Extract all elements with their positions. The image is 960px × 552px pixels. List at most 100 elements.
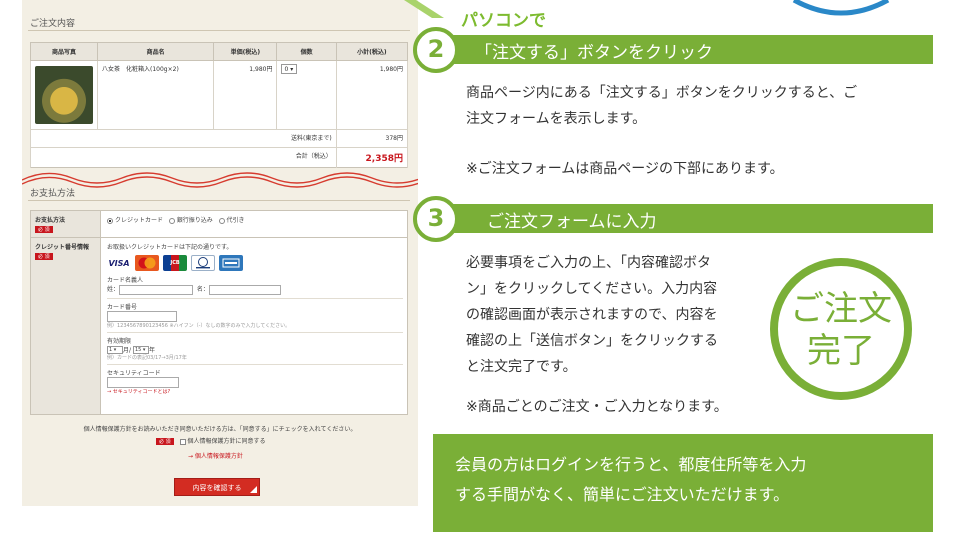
- quantity-select[interactable]: 0 ▾: [281, 64, 298, 74]
- table-row: 八女茶 化粧箱入(100g×2) 1,980円 0 ▾ 1,980円: [30, 60, 409, 130]
- card-number-hint: 例）1234567890123456 ※ハイフン（-）なしの数字のみで入力してく…: [107, 322, 291, 329]
- option-label: クレジットカード: [115, 217, 164, 224]
- holder-label: カード名義人: [107, 277, 144, 284]
- first-name-label: 名：: [196, 286, 209, 293]
- mastercard-logo: [135, 255, 159, 271]
- col-quantity: 個数: [276, 42, 337, 61]
- step3-header: ご注文フォームに入力: [445, 204, 933, 233]
- step3-note: ※商品ごとのご注文・ご入力となります。: [466, 399, 728, 415]
- pc-label: パソコンで: [461, 11, 546, 31]
- checkbox-icon: [179, 438, 186, 445]
- card-info-box: クレジット番号情報 必 須 お取扱いクレジットカードは下記の通りです。 VISA…: [30, 237, 408, 415]
- cvv-label: セキュリティコード: [107, 370, 161, 377]
- quantity-cell: 0 ▾: [276, 60, 337, 130]
- first-name-input[interactable]: [208, 284, 281, 295]
- subtotal: 1,980円: [335, 60, 409, 130]
- payment-method-box: お支払方法 必 須 クレジットカード 銀行振り込み 代引き: [30, 210, 408, 238]
- col-product: 商品名: [96, 42, 215, 61]
- cvv-input[interactable]: [107, 377, 179, 388]
- card-info-label: クレジット番号情報 必 須: [31, 238, 101, 414]
- shipping-row: 送料(東京まで) 378円: [30, 129, 409, 148]
- unit-price: 1,980円: [213, 60, 278, 130]
- holder-name-row: 姓： 名：: [107, 284, 403, 295]
- last-name-input[interactable]: [119, 284, 194, 295]
- step3-line: ン」をクリックしてください。入力内容: [466, 281, 718, 297]
- payment-method-label: お支払方法 必 須: [31, 211, 101, 237]
- order-section-title: ご注文内容: [30, 19, 76, 29]
- expiry-month-value: 1: [109, 347, 113, 353]
- col-subtotal: 小計(税込): [335, 42, 409, 61]
- card-info-label-text: クレジット番号情報: [35, 244, 90, 251]
- payment-method-label-text: お支払方法: [35, 217, 66, 224]
- card-brands: VISA JCB: [107, 255, 403, 271]
- step3-title: ご注文フォームに入力: [487, 212, 657, 232]
- field-divider: [107, 297, 403, 299]
- badge-line: ご注文: [790, 289, 892, 329]
- wave-divider: [22, 172, 418, 188]
- privacy-policy-link[interactable]: → 個人情報保護方針: [188, 451, 243, 460]
- badge-line: 完了: [807, 331, 875, 371]
- expiry-row: 1 ▾ 月/ 15 ▾ 年: [107, 345, 403, 354]
- shipping-value: 378円: [335, 129, 409, 148]
- diners-logo: [191, 255, 215, 271]
- field-divider: [107, 331, 403, 333]
- decorative-circle: [792, 0, 890, 16]
- radio-icon: [107, 217, 113, 224]
- member-line: する手間がなく、簡単にご注文いただけます。: [455, 485, 790, 504]
- member-line: 会員の方はログインを行うと、都度住所等を入力: [455, 455, 807, 474]
- step3-line: 確認の上「送信ボタン」をクリックする: [466, 333, 718, 349]
- card-number-label: カード番号: [107, 303, 138, 311]
- payment-section-title: お支払方法: [30, 189, 76, 199]
- privacy-notice: 個人情報保護方針をお読みいただき同意いただける方は、「同意する」にチェックを入れ…: [83, 426, 357, 433]
- card-intro: お取扱いクレジットカードは下記の通りです。: [107, 244, 233, 251]
- radio-icon: [168, 217, 175, 224]
- card-info-content: お取扱いクレジットカードは下記の通りです。 VISA JCB カード名義人 姓：…: [107, 242, 403, 395]
- expiry-hint: 例）カードの表記03/17→3月/17年: [107, 355, 187, 361]
- col-unit-price: 単価(税込): [213, 42, 278, 61]
- agree-label: 個人情報保護方針に同意する: [187, 438, 266, 445]
- cart-header-row: 商品写真 商品名 単価(税込) 個数 小計(税込): [30, 42, 409, 61]
- step3-line: の確認画面が表示されますので、内容を: [466, 307, 718, 323]
- required-badge: 必 須: [156, 438, 174, 445]
- shipping-label: 送料(東京まで): [30, 129, 337, 148]
- required-badge: 必 須: [35, 226, 53, 233]
- step2-text: 商品ページ内にある「注文する」ボタンをクリックすると、ご 注文フォームを表示しま…: [466, 80, 857, 132]
- expiry-year-select[interactable]: 15 ▾: [132, 346, 149, 354]
- option-label: 代引き: [226, 217, 245, 224]
- step2-line: 注文フォームを表示します。: [466, 111, 647, 127]
- agree-checkbox[interactable]: 個人情報保護方針に同意する: [179, 438, 266, 445]
- year-unit: 年: [148, 346, 155, 354]
- tea-photo: [35, 66, 93, 124]
- expiry-month-select[interactable]: 1 ▾: [107, 346, 123, 354]
- field-divider: [107, 364, 403, 365]
- product-photo-cell: [30, 60, 98, 130]
- decorative-slope: [404, 0, 444, 18]
- jcb-logo: JCB: [163, 255, 187, 271]
- step3-line: と注文完了です。: [466, 359, 577, 375]
- option-credit-card[interactable]: クレジットカード: [107, 217, 163, 224]
- step2-number: 2: [413, 27, 459, 73]
- section-divider: [28, 200, 410, 201]
- col-photo: 商品写真: [30, 42, 98, 61]
- cvv-help-link[interactable]: → セキュリティコードとは?: [107, 388, 403, 395]
- quantity-value: 0: [284, 66, 289, 73]
- section-divider: [28, 30, 410, 31]
- step3-number: 3: [413, 196, 459, 242]
- order-form-screenshot: ご注文内容 商品写真 商品名 単価(税込) 個数 小計(税込) 八女茶 化粧箱入…: [22, 0, 418, 506]
- step2-title: 「注文する」ボタンをクリック: [475, 43, 713, 63]
- option-cash-on-delivery[interactable]: 代引き: [218, 217, 245, 224]
- expiry-year-value: 15: [134, 347, 142, 353]
- step2-header: 「注文する」ボタンをクリック: [445, 35, 933, 64]
- visa-logo: VISA: [107, 255, 131, 271]
- amex-logo: [219, 255, 243, 271]
- option-bank-transfer[interactable]: 銀行振り込み: [168, 217, 213, 224]
- step3-line: 必要事項をご入力の上、「内容確認ボタ: [466, 255, 711, 271]
- product-name: 八女茶 化粧箱入(100g×2): [96, 60, 215, 130]
- step3-text: 必要事項をご入力の上、「内容確認ボタ ン」をクリックしてください。入力内容 の確…: [466, 250, 718, 380]
- radio-icon: [218, 217, 225, 224]
- step2-note: ※ご注文フォームは商品ページの下部にあります。: [466, 161, 784, 177]
- cart-table: 商品写真 商品名 単価(税込) 個数 小計(税込) 八女茶 化粧箱入(100g×…: [30, 42, 409, 168]
- card-number-input[interactable]: [107, 310, 177, 322]
- confirm-button[interactable]: 内容を確認する: [174, 478, 260, 496]
- step2-line: 商品ページ内にある「注文する」ボタンをクリックすると、ご: [466, 85, 858, 101]
